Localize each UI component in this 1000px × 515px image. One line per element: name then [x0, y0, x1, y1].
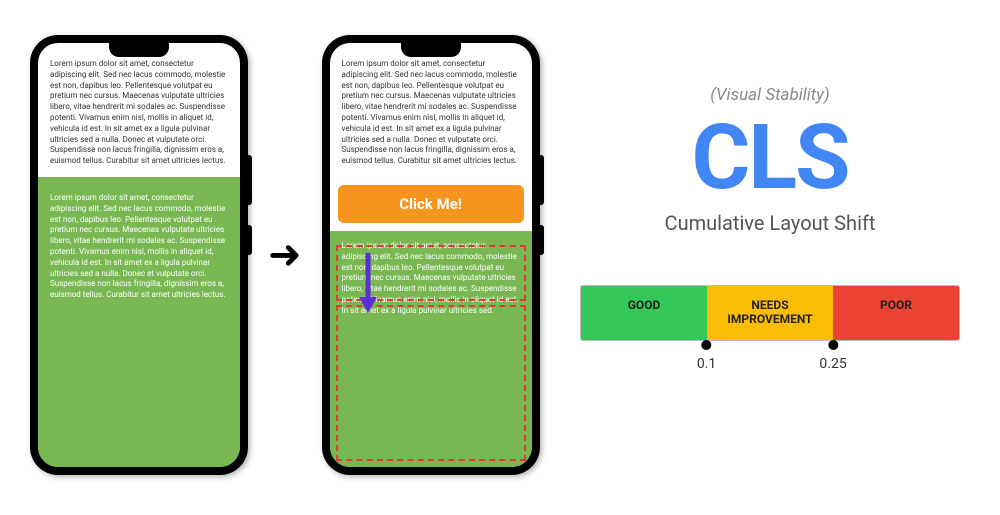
cls-logo-l: L — [748, 105, 795, 210]
tick-good-threshold: 0.1 — [697, 340, 716, 372]
tick-value-poor: 0.25 — [819, 356, 846, 372]
lorem-block-top: Lorem ipsum dolor sit amet, consectetur … — [38, 43, 240, 177]
metric-full-name: Cumulative Layout Shift — [580, 211, 960, 235]
inserted-button-area: Click Me! — [330, 177, 532, 231]
tick-dot-icon — [828, 340, 838, 350]
cls-logo: CLS — [580, 113, 960, 203]
phone-notch — [401, 43, 461, 57]
phone-comparison: Lorem ipsum dolor sit amet, consectetur … — [30, 35, 540, 475]
cls-logo-s: S — [795, 105, 848, 210]
arrow-right-icon: ➜ — [268, 235, 302, 275]
phone-after: Lorem ipsum dolor sit amet, consectetur … — [322, 35, 540, 475]
lorem-block-bottom: Lorem ipsum dolor sit amet, consectetur … — [38, 177, 240, 467]
tick-value-good: 0.1 — [697, 356, 716, 372]
threshold-scale: GOOD NEEDS IMPROVEMENT POOR — [580, 285, 960, 341]
phone-before: Lorem ipsum dolor sit amet, consectetur … — [30, 35, 248, 475]
scale-needs-improvement: NEEDS IMPROVEMENT — [707, 286, 833, 340]
tick-dot-icon — [702, 340, 712, 350]
tick-poor-threshold: 0.25 — [819, 340, 846, 372]
cls-logo-c: C — [691, 105, 748, 210]
phone-notch — [109, 43, 169, 57]
cls-info-panel: (Visual Stability) CLS Cumulative Layout… — [580, 85, 960, 380]
scale-poor: POOR — [833, 286, 959, 340]
shift-arrow-icon — [357, 253, 379, 313]
metric-subtitle: (Visual Stability) — [580, 85, 960, 105]
lorem-block-top: Lorem ipsum dolor sit amet, consectetur … — [330, 43, 532, 177]
threshold-ticks: 0.1 0.25 — [580, 340, 960, 380]
phone-before-screen: Lorem ipsum dolor sit amet, consectetur … — [38, 43, 240, 467]
click-me-button[interactable]: Click Me! — [338, 185, 524, 223]
scale-good: GOOD — [581, 286, 707, 340]
